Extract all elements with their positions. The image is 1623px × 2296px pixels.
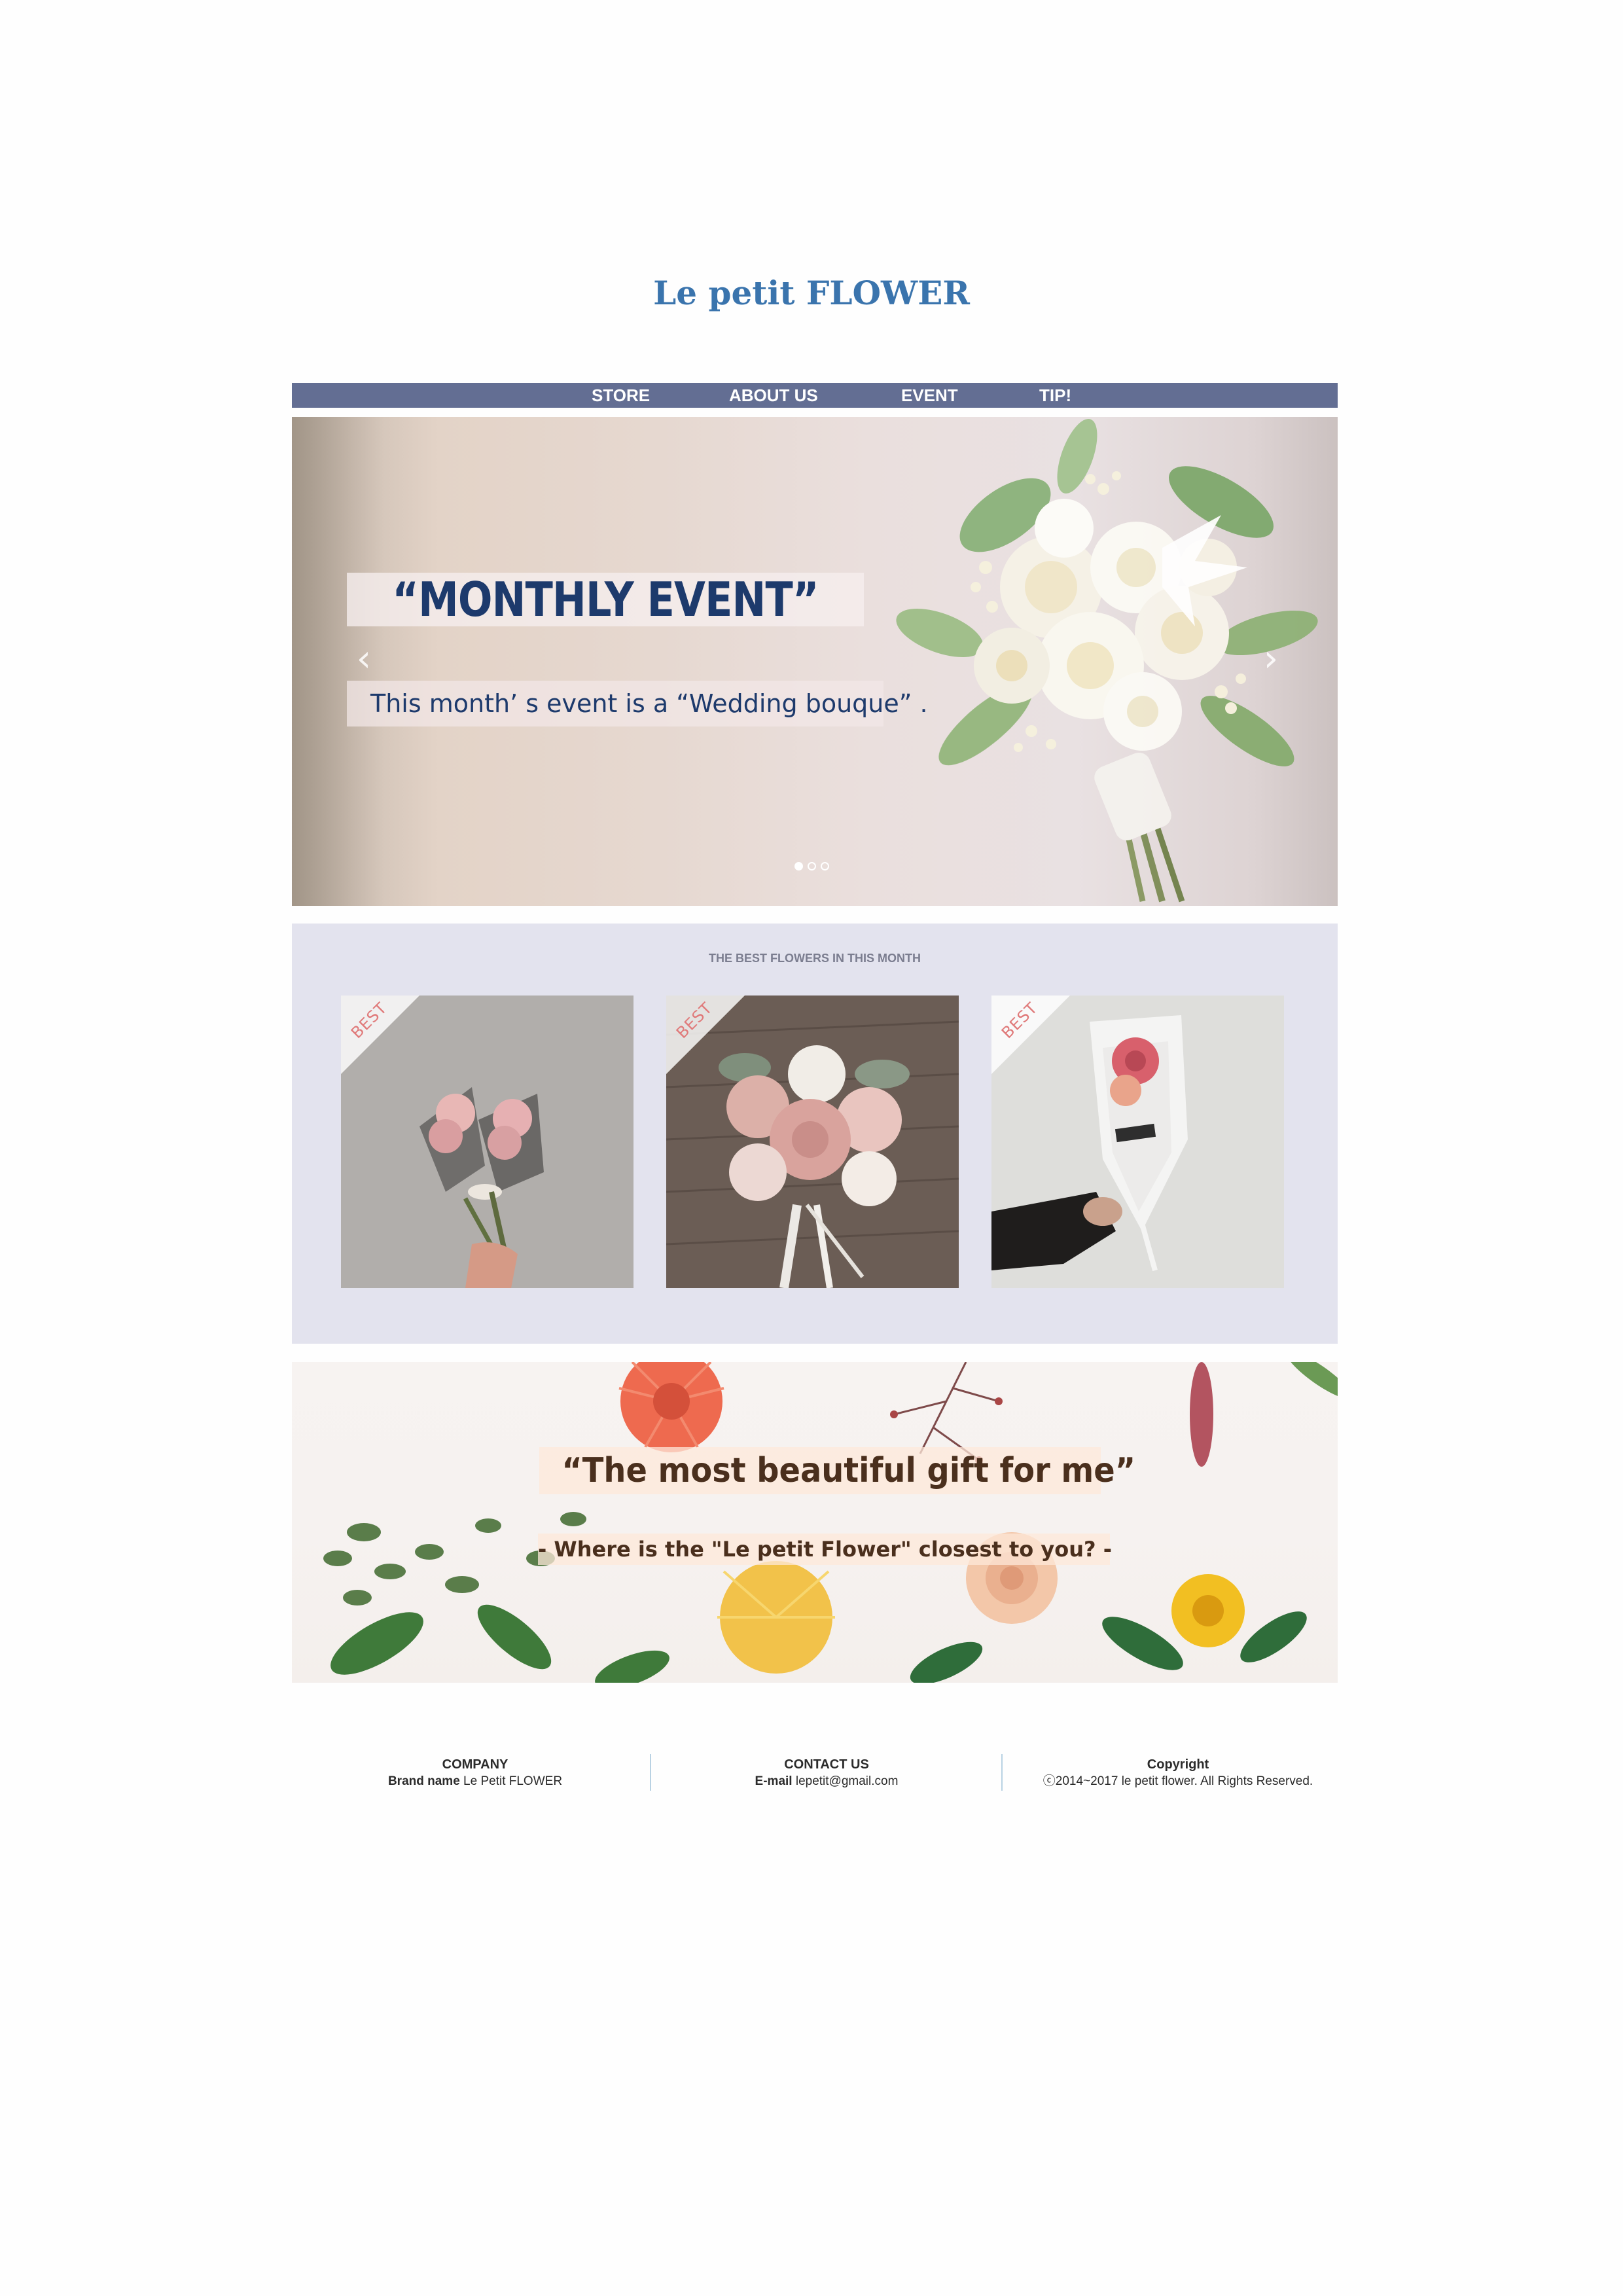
chevron-right-icon[interactable]: › (1251, 639, 1291, 679)
slider-dot-1[interactable] (794, 862, 803, 870)
footer-company-value: Le Petit FLOWER (463, 1774, 563, 1788)
footer-copyright: Copyright ⓒ2014~2017 le petit flower. Al… (1008, 1756, 1348, 1790)
footer-company-label: Brand name (387, 1774, 460, 1788)
best-card-3[interactable]: BEST (991, 996, 1284, 1288)
banner-subtitle: - Where is the "Le petit Flower" closest… (538, 1537, 1112, 1562)
footer-company: COMPANY Brand name Le Petit FLOWER (305, 1756, 645, 1790)
footer-contact-line: E-mail lepetit@gmail.com (656, 1773, 997, 1790)
site-logo[interactable]: Le petit FLOWER (0, 274, 1623, 312)
hero-slider: “MONTHLY EVENT” This month’ s event is a… (292, 417, 1338, 906)
main-nav: STORE ABOUT US EVENT TIP! (292, 383, 1338, 408)
nav-item-store[interactable]: STORE (592, 383, 650, 408)
footer-divider-1 (650, 1754, 651, 1791)
footer-copyright-heading: Copyright (1147, 1757, 1209, 1772)
hero-title: “MONTHLY EVENT” (392, 572, 819, 627)
best-flowers-heading: THE BEST FLOWERS IN THIS MONTH (709, 952, 921, 965)
hero-subtitle: This month’ s event is a “Wedding bouque… (370, 689, 928, 718)
nav-item-tip[interactable]: TIP! (1039, 383, 1071, 408)
footer-divider-2 (1001, 1754, 1003, 1791)
flowers-banner-image (323, 1362, 1338, 1683)
footer-contact-label: E-mail (755, 1774, 793, 1788)
nav-item-event[interactable]: EVENT (901, 383, 958, 408)
chevron-left-icon[interactable]: ‹ (344, 639, 383, 679)
banner-title: “The most beautiful gift for me” (562, 1451, 1136, 1490)
best-flowers-section: THE BEST FLOWERS IN THIS MONTH BEST BEST… (292, 924, 1338, 1344)
footer-copyright-text: ⓒ2014~2017 le petit flower. All Rights R… (1043, 1774, 1313, 1788)
slider-dots (794, 862, 840, 875)
best-card-2[interactable]: BEST (666, 996, 959, 1288)
slider-dot-3[interactable] (821, 862, 829, 870)
best-card-1[interactable]: BEST (341, 996, 633, 1288)
footer-contact-heading: CONTACT US (784, 1757, 869, 1772)
footer-contact: CONTACT US E-mail lepetit@gmail.com (656, 1756, 997, 1790)
footer-company-heading: COMPANY (442, 1757, 508, 1772)
nav-item-about-us[interactable]: ABOUT US (729, 383, 818, 408)
store-locator-banner[interactable]: “The most beautiful gift for me” - Where… (292, 1362, 1338, 1683)
slider-dot-2[interactable] (808, 862, 816, 870)
footer-email-link[interactable]: lepetit@gmail.com (796, 1774, 899, 1788)
footer-company-line: Brand name Le Petit FLOWER (305, 1773, 645, 1790)
